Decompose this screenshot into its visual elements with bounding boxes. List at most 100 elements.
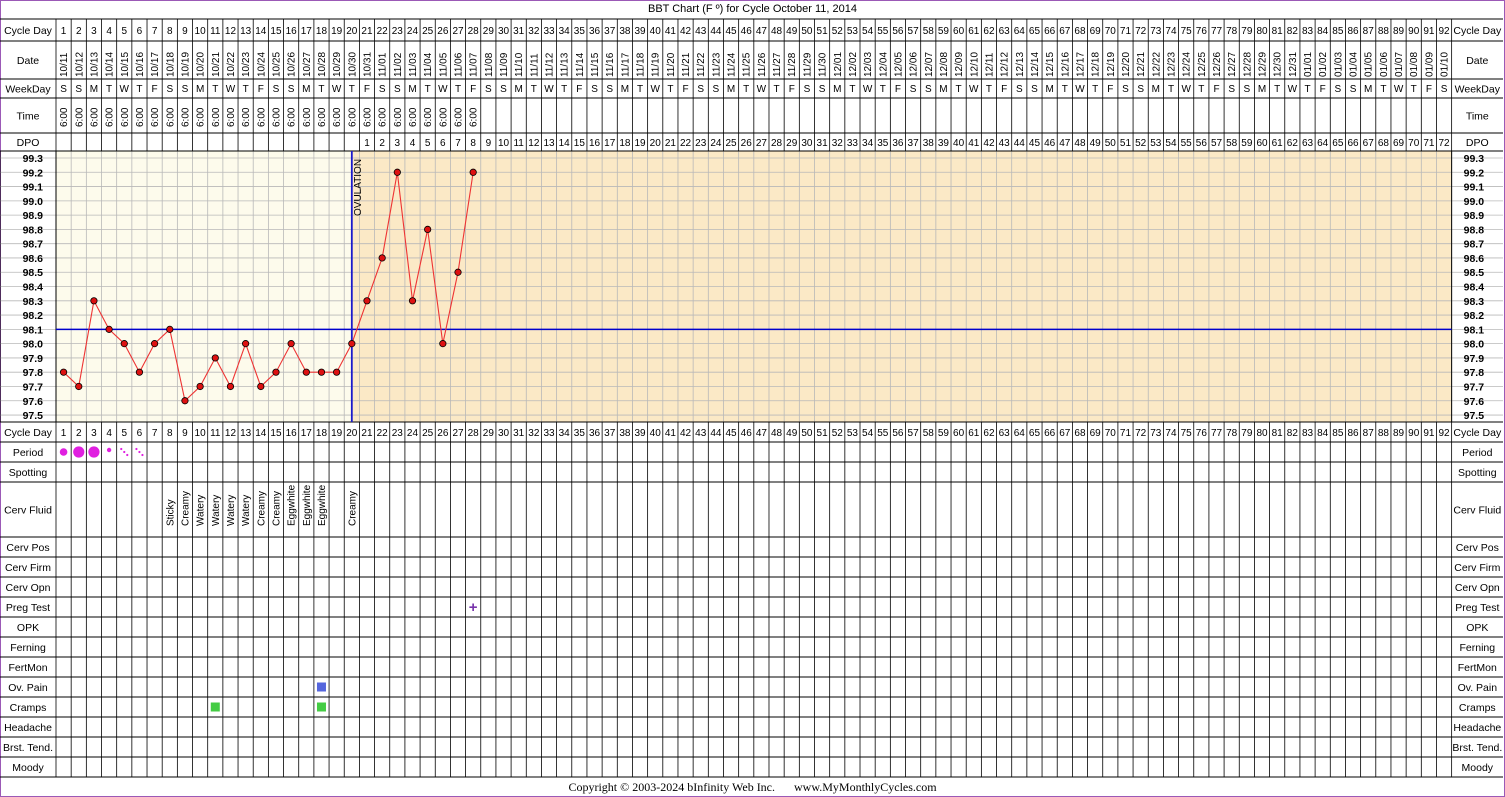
weekday-label: S [606, 84, 613, 95]
cycle-day-bottom: 92 [1438, 428, 1450, 439]
cycle-day: 21 [361, 26, 373, 37]
cycle-day: 41 [665, 26, 677, 37]
weekday-label: W [1181, 84, 1191, 95]
cycle-day: 38 [619, 26, 631, 37]
temp-tick-left: 99.0 [23, 196, 44, 208]
cycle-day: 15 [270, 26, 282, 37]
date-label: 10/17 [150, 52, 161, 77]
temperature-point [242, 340, 250, 348]
cycle-day: 19 [331, 26, 343, 37]
temp-tick-right: 97.9 [1464, 353, 1485, 365]
weekday-label: S [182, 84, 189, 95]
weekday-label: T [1198, 84, 1204, 95]
date-label: 12/27 [1227, 52, 1238, 77]
cycle-day-bottom: 16 [286, 428, 298, 439]
cycle-day-bottom: 13 [240, 428, 252, 439]
cycle-day-bottom: 17 [301, 428, 313, 439]
date-label: 11/25 [742, 52, 753, 77]
weekday-label: W [863, 84, 873, 95]
dpo-label: 4 [410, 138, 416, 149]
dpo-label: 32 [832, 138, 844, 149]
date-label: 11/26 [757, 52, 768, 77]
weekday-label: T [1274, 84, 1280, 95]
cycle-day: 71 [1120, 26, 1132, 37]
weekday-label: F [789, 84, 795, 95]
cycle-day: 40 [650, 26, 662, 37]
date-label: 10/27 [302, 52, 313, 77]
dpo-label: 17 [604, 138, 616, 149]
row-label-right-preg_test: Preg Test [1455, 602, 1499, 614]
cycle-day-bottom: 66 [1044, 428, 1056, 439]
dpo-label: 12 [528, 138, 540, 149]
cycle-day-bottom: 49 [786, 428, 798, 439]
date-label: 10/29 [332, 52, 343, 77]
cycle-day-bottom: 73 [1150, 428, 1162, 439]
cycle-day: 14 [255, 26, 267, 37]
date-label: 11/05 [438, 52, 449, 77]
cycle-day-bottom: 20 [346, 428, 358, 439]
dpo-label: 19 [634, 138, 646, 149]
date-label: 11/24 [727, 52, 738, 77]
row-label-period: Period [13, 447, 44, 459]
dpo-label: 18 [619, 138, 631, 149]
date-label: 12/04 [878, 52, 889, 77]
cerv-fluid-value: Watery [226, 495, 237, 526]
cycle-day-bottom: 76 [1196, 428, 1208, 439]
cycle-day-bottom: 27 [452, 428, 464, 439]
cycle-day-bottom: 87 [1363, 428, 1375, 439]
cycle-day: 17 [301, 26, 313, 37]
row-label-headache: Headache [4, 722, 52, 734]
cycle-day-bottom: 19 [331, 428, 343, 439]
weekday-label: M [196, 84, 204, 95]
weekday-label: F [1107, 84, 1113, 95]
temp-tick-right: 98.1 [1464, 324, 1485, 336]
weekday-label: S [1350, 84, 1357, 95]
cycle-day: 12 [225, 26, 237, 37]
period-spotting-dot [120, 447, 123, 451]
dpo-label: 10 [498, 138, 510, 149]
cycle-day-bottom: 9 [182, 428, 188, 439]
row-label-moody: Moody [12, 762, 44, 774]
cycle-day-bottom: 48 [771, 428, 783, 439]
temp-tick-left: 97.7 [23, 381, 44, 393]
date-label: 12/11 [984, 52, 995, 77]
cycle-day: 50 [801, 26, 813, 37]
weekday-label: T [986, 84, 992, 95]
temp-tick-right: 99.2 [1464, 167, 1485, 179]
cycle-day: 64 [1014, 26, 1026, 37]
dpo-label: 2 [379, 138, 385, 149]
cycle-day-bottom: 85 [1332, 428, 1344, 439]
weekday-label: S [1335, 84, 1342, 95]
weekday-label: M [1364, 84, 1372, 95]
row-label-brst_tend: Brst. Tend. [3, 742, 53, 754]
dpo-label: 50 [1105, 138, 1117, 149]
time-label: 6:00 [378, 107, 389, 127]
cycle-day: 48 [771, 26, 783, 37]
time-label: 6:00 [180, 107, 191, 127]
date-label: 11/10 [514, 52, 525, 77]
date-label: 11/15 [590, 52, 601, 77]
row-label-right-cerv_firm: Cerv Firm [1454, 562, 1500, 574]
date-label: 12/26 [1212, 52, 1223, 77]
weekday-label: F [1320, 84, 1326, 95]
temp-tick-right: 97.6 [1464, 396, 1485, 408]
cycle-day: 79 [1241, 26, 1253, 37]
period-marker [106, 447, 112, 453]
cycle-day-bottom: 4 [106, 428, 112, 439]
date-label: 10/21 [211, 52, 222, 77]
date-label: 11/27 [772, 52, 783, 77]
cerv-fluid-value: Creamy [347, 491, 358, 526]
cerv-fluid-value: Watery [211, 495, 222, 526]
date-label: 12/15 [1045, 52, 1056, 77]
weekday-label: W [1288, 84, 1298, 95]
cycle-day: 3 [91, 26, 97, 37]
cycle-day: 82 [1287, 26, 1299, 37]
date-label: 12/24 [1182, 52, 1193, 77]
cycle-day-bottom: 29 [483, 428, 495, 439]
cycle-day: 92 [1438, 26, 1450, 37]
temperature-point [105, 325, 113, 333]
date-label: 10/15 [120, 52, 131, 77]
website-link[interactable]: www.MyMonthlyCycles.com [794, 780, 937, 794]
temp-tick-left: 98.8 [23, 224, 44, 236]
cycle-day-bottom: 57 [908, 428, 920, 439]
